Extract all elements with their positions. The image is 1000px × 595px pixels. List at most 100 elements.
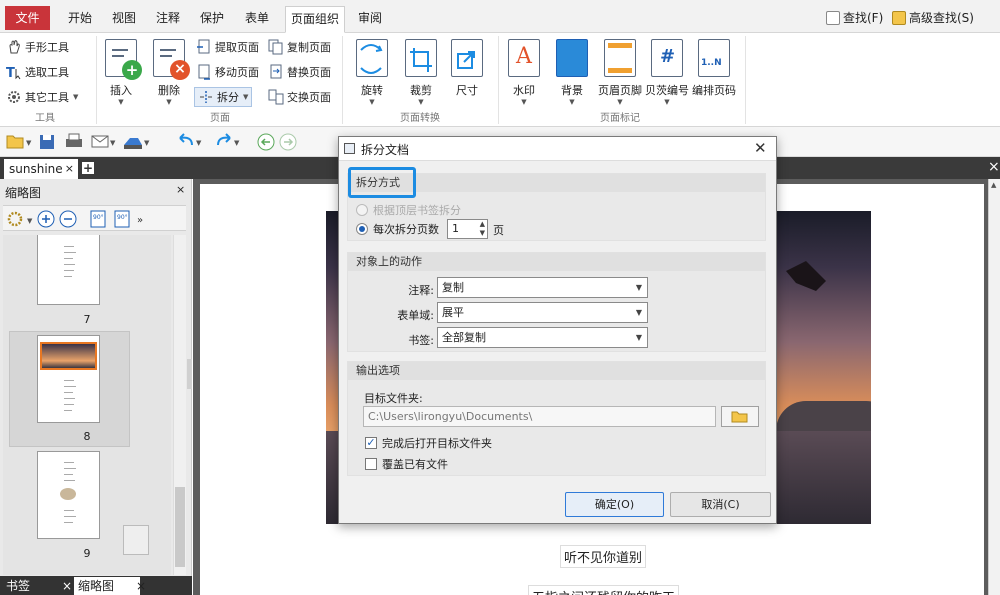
open-folder-after-checkbox[interactable]: ✓ 完成后打开目标文件夹 <box>365 435 492 451</box>
scrollbar-thumb[interactable] <box>175 487 185 567</box>
document-tab[interactable]: sunshine × <box>4 159 78 179</box>
header-footer-button[interactable]: 页眉页脚 ▼ <box>596 39 644 106</box>
bates-number-button[interactable]: # 贝茨编号 ▼ <box>643 39 691 106</box>
size-button[interactable]: 尺寸 <box>448 39 486 98</box>
renumber-button[interactable]: 1..N 编排页码 <box>690 39 738 98</box>
email-icon[interactable] <box>91 135 109 148</box>
close-icon[interactable]: × <box>176 183 185 196</box>
replace-page-button[interactable]: 替换页面 <box>268 62 331 82</box>
radio-circle <box>356 204 368 216</box>
target-folder-input[interactable]: C:\Users\lirongyu\Documents\ <box>363 406 716 427</box>
split-by-bookmark-radio[interactable]: 根据顶层书签拆分 <box>356 202 461 218</box>
page-thumbnail[interactable] <box>37 451 100 539</box>
background-icon <box>556 39 588 77</box>
close-icon[interactable]: × <box>62 577 72 595</box>
zoom-out-icon[interactable] <box>59 210 77 228</box>
settings-icon[interactable] <box>7 211 23 227</box>
redo-icon[interactable] <box>217 133 231 146</box>
thumbnail-toolbar: ▼ 90° 90° » <box>3 205 186 231</box>
rotate-left-icon[interactable]: 90° <box>90 210 106 228</box>
bookmark-label: 书签: <box>408 334 434 347</box>
svg-text:▼: ▼ <box>27 217 33 225</box>
scanner-icon[interactable] <box>124 138 142 149</box>
tab-home[interactable]: 开始 <box>60 6 100 33</box>
tab-bookmarks[interactable]: 书签 × <box>6 577 72 595</box>
tab-bookmarks-label: 书签 <box>6 579 31 593</box>
move-page-button[interactable]: 移动页面 <box>196 62 259 82</box>
file-menu[interactable]: 文件 <box>5 6 50 30</box>
back-icon[interactable] <box>257 133 275 151</box>
thumbnail-page-number: 7 <box>83 313 91 326</box>
close-icon[interactable]: × <box>988 159 1000 175</box>
pages-per-split-stepper[interactable]: 1 ▲ ▼ <box>447 219 488 239</box>
tab-protect[interactable]: 保护 <box>192 6 232 33</box>
document-scrollbar[interactable]: ▲ <box>988 179 1000 595</box>
other-tools-label: 其它工具 <box>25 91 69 104</box>
transform-group-label: 页面转换 <box>400 113 440 124</box>
tab-organize[interactable]: 页面组织 <box>285 6 345 33</box>
zoom-in-icon[interactable] <box>37 210 55 228</box>
swap-page-button[interactable]: 交换页面 <box>268 87 331 107</box>
rotate-button[interactable]: 旋转 ▼ <box>352 39 392 106</box>
bookmark-select[interactable]: 全部复制 ▼ <box>437 327 648 348</box>
split-label: 拆分 <box>217 91 239 104</box>
select-tool-button[interactable]: T 选取工具 <box>6 62 69 82</box>
scroll-up-icon[interactable]: ▲ <box>991 181 996 189</box>
stepper-arrows-icon[interactable]: ▲ ▼ <box>480 220 485 238</box>
insert-page-icon: + <box>105 39 142 80</box>
forward-icon[interactable] <box>279 133 297 151</box>
tab-comment[interactable]: 注释 <box>148 6 188 33</box>
page-thumbnail-selected[interactable] <box>37 335 100 423</box>
thumbnail-panel: 缩略图 × ▼ 90° 90° » 7 8 9 <box>0 179 192 595</box>
close-icon[interactable]: × <box>65 159 74 179</box>
find-button[interactable]: 查找(F) <box>826 9 883 26</box>
copy-page-button[interactable]: 复制页面 <box>268 37 331 57</box>
add-tab-icon[interactable]: + <box>82 162 94 174</box>
watermark-button[interactable]: A 水印 ▼ <box>505 39 543 106</box>
close-icon[interactable]: ✕ <box>754 139 767 157</box>
cancel-button[interactable]: 取消(C) <box>670 492 771 517</box>
tab-view[interactable]: 视图 <box>104 6 144 33</box>
split-by-pages-radio[interactable]: 每次拆分页数 <box>356 221 439 237</box>
tab-thumbnails[interactable]: 缩略图 × <box>74 577 146 595</box>
delete-page-icon: × <box>153 39 190 80</box>
panel-title: 缩略图 <box>5 186 42 200</box>
advanced-find-button[interactable]: 高级查找(S) <box>892 9 974 26</box>
chevron-down-icon: ▼ <box>617 98 623 106</box>
chevron-down-icon: ▼ <box>243 93 249 101</box>
hand-tool-button[interactable]: 手形工具 <box>6 37 69 57</box>
extract-page-button[interactable]: 提取页面 <box>196 37 259 57</box>
page-group-label: 页面 <box>210 113 230 124</box>
delete-page-button[interactable]: × 删除 ▼ <box>150 39 190 106</box>
delete-label: 删除 <box>158 84 180 97</box>
save-icon[interactable] <box>40 135 54 149</box>
tab-form[interactable]: 表单 <box>237 6 277 33</box>
form-field-select[interactable]: 展平 ▼ <box>437 302 648 323</box>
browse-folder-button[interactable] <box>721 406 759 427</box>
find-icon <box>826 10 840 25</box>
print-icon[interactable] <box>66 133 82 147</box>
extract-page-icon <box>196 39 212 55</box>
insert-label: 插入 <box>110 84 132 97</box>
close-icon[interactable]: × <box>136 577 146 595</box>
crop-button[interactable]: 裁剪 ▼ <box>402 39 440 106</box>
thumbnail-scrollbar[interactable] <box>173 235 186 575</box>
annotation-select[interactable]: 复制 ▼ <box>437 277 648 298</box>
undo-icon[interactable] <box>179 133 193 146</box>
background-button[interactable]: 背景 ▼ <box>553 39 591 106</box>
rotate-right-icon[interactable]: 90° <box>114 210 130 228</box>
chevron-down-icon: ▼ <box>521 98 527 106</box>
overwrite-checkbox[interactable]: 覆盖已有文件 <box>365 456 448 472</box>
svg-text:▼: ▼ <box>144 139 150 147</box>
open-folder-icon[interactable] <box>6 135 24 149</box>
page-thumbnail[interactable] <box>37 235 100 305</box>
advanced-find-icon <box>892 10 906 25</box>
select-value: 全部复制 <box>442 331 486 344</box>
other-tools-button[interactable]: 其它工具 ▼ <box>6 87 78 107</box>
insert-page-button[interactable]: + 插入 ▼ <box>102 39 142 106</box>
panel-collapse-handle[interactable] <box>187 359 192 389</box>
split-button[interactable]: 拆分 ▼ <box>194 87 253 107</box>
ok-button[interactable]: 确定(O) <box>565 492 664 517</box>
watermark-label: 水印 <box>513 84 535 97</box>
tab-review[interactable]: 审阅 <box>350 6 390 33</box>
